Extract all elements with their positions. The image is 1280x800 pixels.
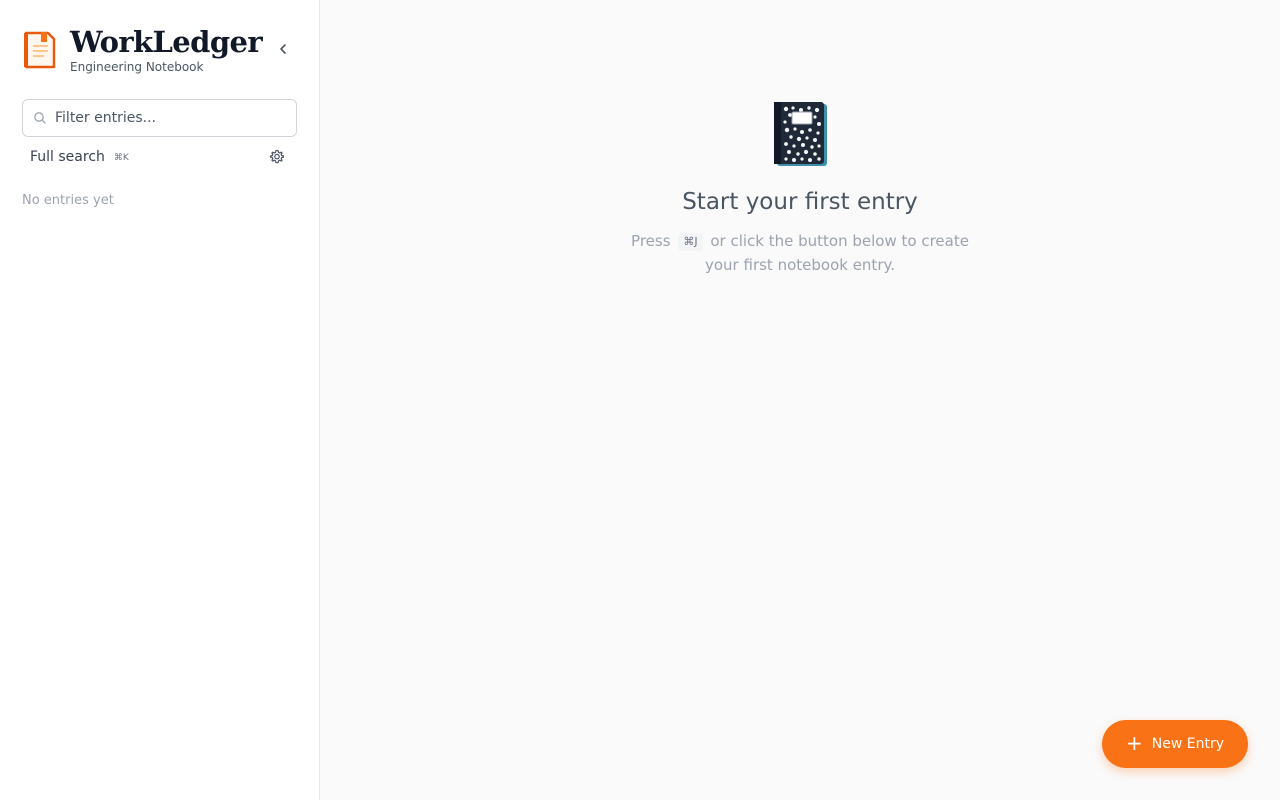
filter-box: [22, 99, 297, 137]
filter-entries-input[interactable]: [55, 110, 275, 126]
full-search-label: Full search: [30, 149, 105, 165]
app-title: WorkLedger: [70, 25, 263, 59]
settings-button[interactable]: [267, 147, 287, 167]
search-icon: [34, 112, 46, 124]
full-search-shortcut: ⌘K: [113, 153, 129, 163]
new-entry-button[interactable]: + New Entry: [1102, 720, 1248, 768]
new-entry-shortcut: ⌘J: [678, 233, 703, 251]
brand: WorkLedger Engineering Notebook: [22, 25, 263, 75]
sidebar: WorkLedger Engineering Notebook Full sea…: [0, 0, 320, 800]
plus-icon: +: [1125, 731, 1143, 755]
full-search-row: Full search ⌘K: [22, 145, 297, 169]
empty-state-title: Start your first entry: [682, 189, 918, 215]
notebook-icon: [774, 102, 827, 166]
entries-empty-text: No entries yet: [22, 193, 114, 208]
empty-state: Start your first entry Press ⌘J or click…: [320, 100, 1280, 277]
gear-icon: [270, 149, 284, 164]
app-subtitle: Engineering Notebook: [70, 60, 204, 74]
app-root: WorkLedger Engineering Notebook Full sea…: [0, 0, 1280, 800]
chevron-left-icon: [280, 44, 286, 54]
main-content: Start your first entry Press ⌘J or click…: [320, 0, 1280, 800]
notebook-logo-icon: [24, 31, 56, 69]
collapse-sidebar-button[interactable]: [272, 38, 294, 60]
new-entry-label: New Entry: [1151, 736, 1224, 752]
brand-text: WorkLedger Engineering Notebook: [70, 25, 263, 75]
empty-desc-rest: or click the button below to create your…: [705, 232, 969, 274]
full-search-button[interactable]: Full search ⌘K: [22, 145, 129, 169]
empty-state-description: Press ⌘J or click the button below to cr…: [615, 229, 985, 277]
empty-desc-press: Press: [631, 232, 671, 250]
